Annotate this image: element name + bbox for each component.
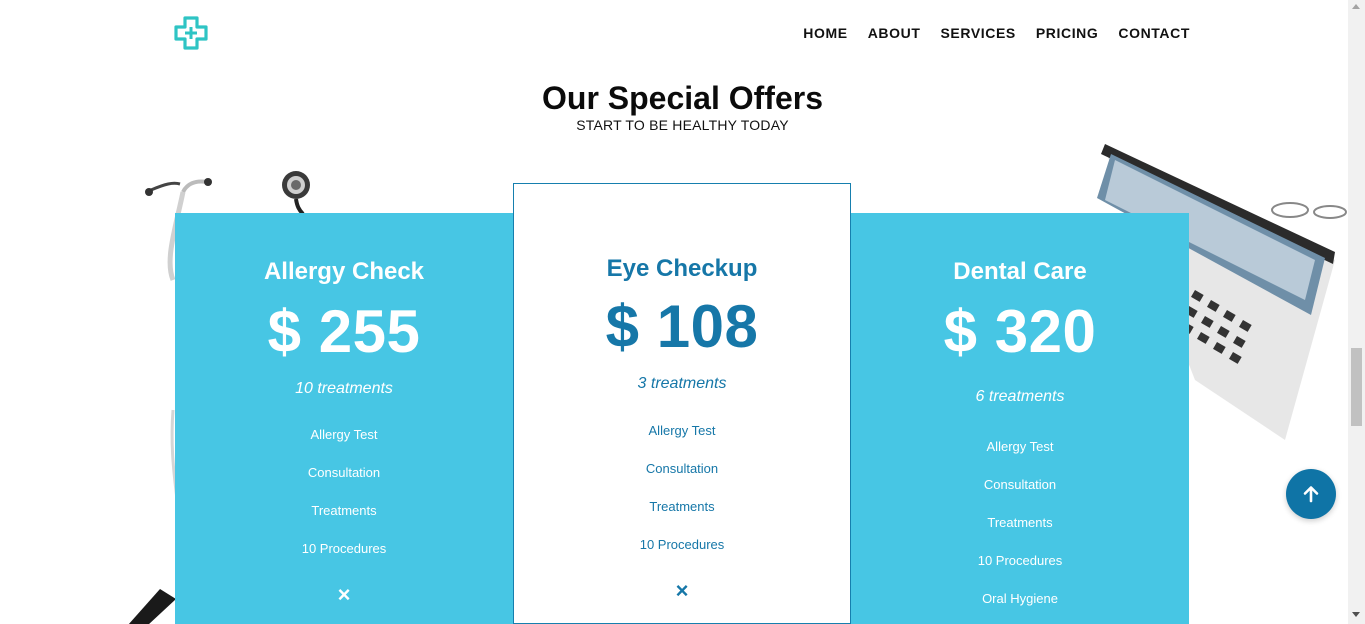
excluded-close-icon: × — [675, 578, 689, 603]
plan-card-dental-care: Dental Care $ 320 6 treatments Allergy T… — [851, 213, 1189, 624]
plan-feature: Allergy Test — [648, 423, 716, 438]
plan-features: Allergy Test Consultation Treatments 10 … — [851, 439, 1189, 624]
plan-card-allergy-check: Allergy Check $ 255 10 treatments Allerg… — [175, 213, 513, 624]
plan-feature: 10 Procedures — [639, 537, 725, 552]
arrow-up-icon — [1303, 486, 1319, 503]
scroll-to-top-button[interactable] — [1286, 469, 1336, 519]
plan-name: Dental Care — [953, 258, 1087, 285]
plan-name: Eye Checkup — [606, 255, 758, 282]
plan-feature: Consultation — [307, 465, 381, 480]
nav-home-link[interactable]: HOME — [803, 25, 847, 41]
nav-contact-link[interactable]: CONTACT — [1118, 25, 1190, 41]
nav-about-link[interactable]: ABOUT — [868, 25, 921, 41]
plan-price: $ 320 — [943, 298, 1097, 365]
plan-feature: 10 Procedures — [301, 541, 387, 556]
plan-name: Allergy Check — [263, 258, 425, 285]
scroll-down-arrow-icon[interactable] — [1352, 612, 1360, 617]
plan-feature: Treatments — [987, 515, 1053, 530]
plan-feature: 10 Procedures — [977, 553, 1063, 568]
scrollbar-thumb[interactable] — [1351, 348, 1362, 426]
plan-feature: Allergy Test — [310, 427, 378, 442]
plan-treatments: 6 treatments — [975, 388, 1065, 405]
plan-feature: Consultation — [645, 461, 719, 476]
main-nav: HOME ABOUT SERVICES PRICING CONTACT — [803, 25, 1190, 41]
plan-treatments: 3 treatments — [637, 375, 727, 392]
plan-card-eye-checkup: Eye Checkup $ 108 3 treatments Allergy T… — [513, 183, 851, 624]
plan-price: $ 255 — [267, 298, 421, 365]
phone-image — [128, 589, 176, 624]
scroll-up-arrow-icon[interactable] — [1352, 4, 1360, 9]
plan-feature: Oral Hygiene — [982, 591, 1058, 606]
section-title: Our Special Offers — [542, 80, 823, 116]
excluded-close-icon: × — [337, 582, 351, 607]
nav-pricing-link[interactable]: PRICING — [1036, 25, 1099, 41]
logo-medical-cross-icon[interactable] — [174, 16, 208, 50]
nav-services-link[interactable]: SERVICES — [940, 25, 1015, 41]
plan-features: Allergy Test Consultation Treatments 10 … — [514, 423, 850, 575]
plan-features: Allergy Test Consultation Treatments 10 … — [175, 427, 513, 579]
plan-feature: Allergy Test — [986, 439, 1054, 454]
plan-feature: Treatments — [649, 499, 715, 514]
plan-feature: Treatments — [311, 503, 377, 518]
plan-treatments: 10 treatments — [295, 380, 393, 397]
page-scrollbar[interactable] — [1348, 0, 1365, 624]
section-subtitle: START TO BE HEALTHY TODAY — [576, 117, 789, 133]
plan-feature: Consultation — [983, 477, 1057, 492]
plan-price: $ 108 — [605, 293, 759, 360]
